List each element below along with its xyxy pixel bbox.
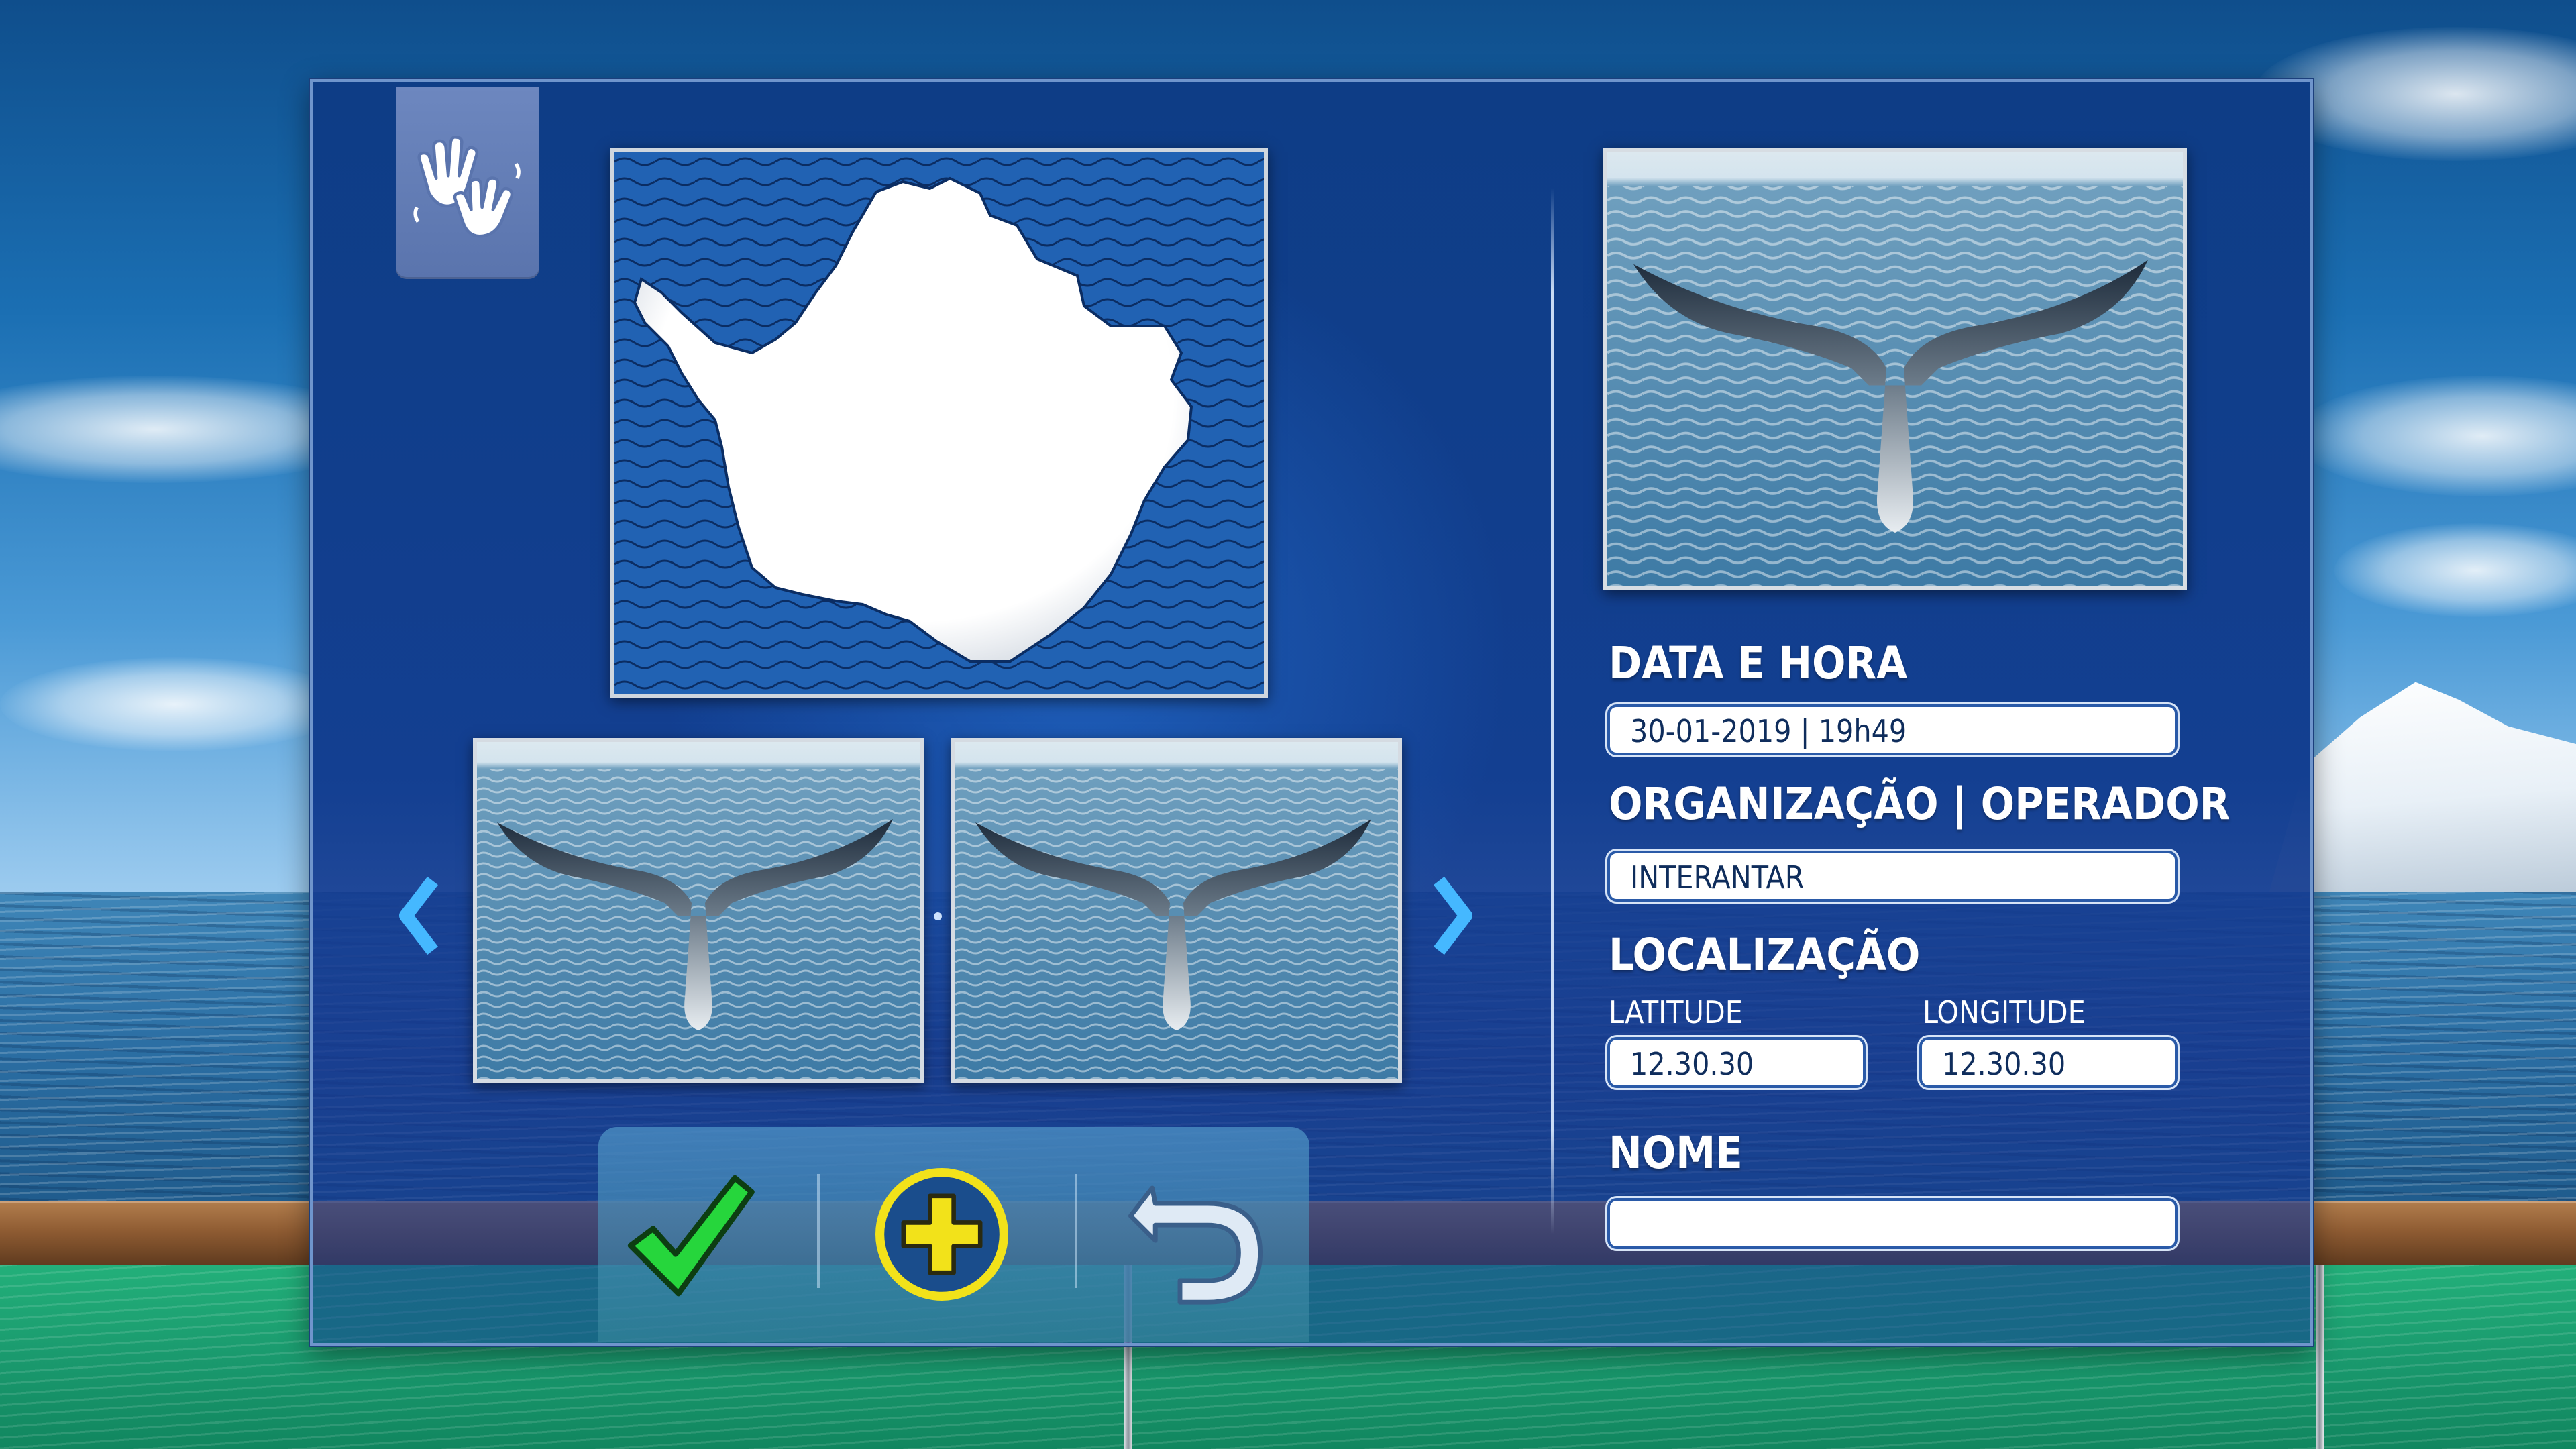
antarctica-map [610,148,1268,698]
add-button[interactable] [861,1154,1022,1315]
name-field[interactable] [1607,1198,2178,1249]
whale-tail-photo [955,742,1398,1079]
location-label: LOCALIZAÇÃO [1609,929,1921,981]
whale-tail-photo [1607,152,2183,586]
rail-post [2316,1265,2324,1449]
carousel-dot [934,912,942,920]
whale-tail-photo [477,742,920,1079]
longitude-field[interactable]: 12.30.30 [1919,1037,2178,1088]
action-separator [817,1174,820,1288]
date-field[interactable]: 30-01-2019 | 19h49 [1607,704,2178,755]
latitude-field[interactable]: 12.30.30 [1607,1037,1866,1088]
checkmark-icon [627,1175,755,1297]
organization-field[interactable]: INTERANTAR [1607,851,2178,902]
date-label: DATA E HORA [1609,637,1908,689]
name-label: NOME [1609,1127,1743,1179]
latitude-label: LATITUDE [1609,994,1743,1030]
action-separator [1075,1174,1077,1288]
carousel-next-button[interactable] [1422,872,1483,959]
plus-icon [875,1168,1008,1301]
action-bar [598,1127,1309,1342]
whale-photo [1603,148,2187,590]
panel-divider [1551,188,1554,1234]
carousel-prev-button[interactable] [389,872,449,959]
chevron-right-icon [1434,876,1472,955]
sign-language-button[interactable] [396,87,539,279]
cloud [0,657,349,751]
confirm-button[interactable] [606,1154,767,1315]
chevron-left-icon [399,876,438,955]
whale-thumbnail[interactable] [473,738,924,1083]
longitude-label: LONGITUDE [1923,994,2086,1030]
sign-language-hands-icon [413,136,521,238]
undo-arrow-icon [1128,1185,1263,1305]
undo-button[interactable] [1115,1154,1276,1315]
whale-thumbnail[interactable] [951,738,1402,1083]
organization-label: ORGANIZAÇÃO | OPERADOR [1609,778,2231,830]
